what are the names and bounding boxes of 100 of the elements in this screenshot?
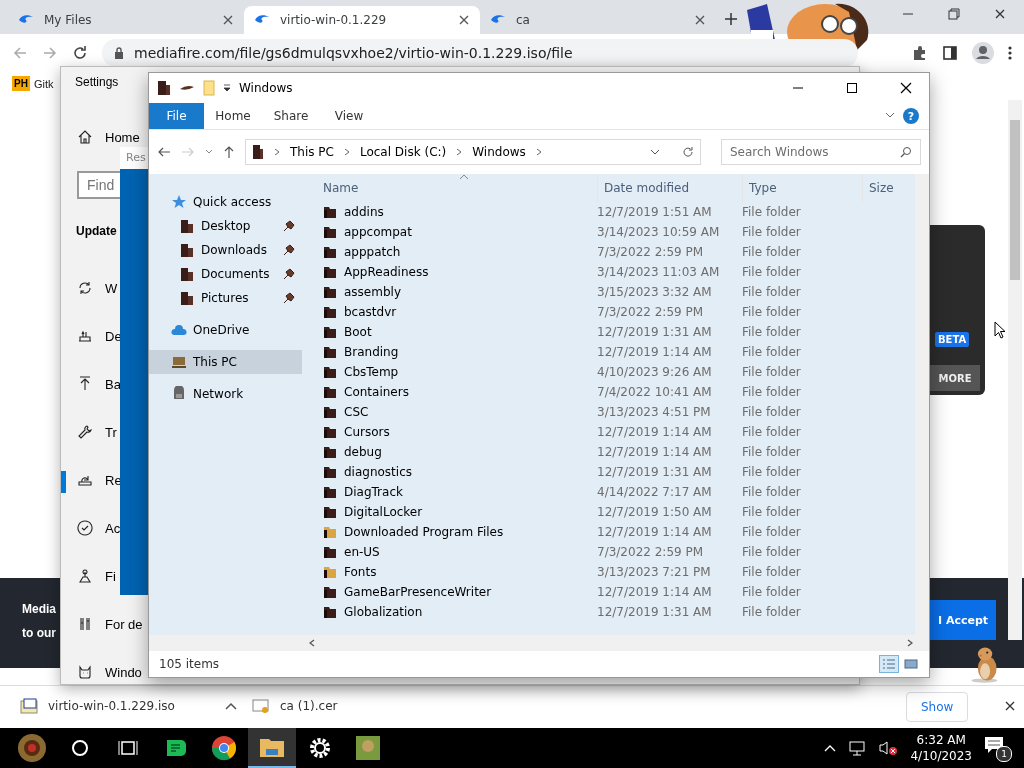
scroll-right-icon[interactable] [907,639,913,647]
download-item[interactable]: virtio-win-0.1.229.iso [48,699,175,713]
reload-icon[interactable] [72,45,88,61]
find-icon [77,568,93,584]
menu-icon[interactable] [1008,45,1012,61]
file-name[interactable]: DiagTrack [344,485,403,499]
settings-nav-item[interactable]: Windo [105,664,142,680]
search-field[interactable]: Search Windows [721,139,921,165]
bookmark-link[interactable]: Gitk [33,77,54,90]
home-link[interactable]: Home [105,129,140,145]
navigation-item[interactable]: Downloads [149,238,302,262]
file-name[interactable]: Containers [344,385,409,399]
page-scrollbar[interactable] [1008,100,1022,640]
download-item[interactable]: ca (1).cer [280,699,338,713]
dropdown-icon[interactable] [650,149,660,155]
date-modified: 12/7/2019 1:31 AM [597,465,713,479]
file-type: File folder [742,245,802,259]
settings-nav-item[interactable]: Fi [105,568,116,584]
file-name[interactable]: Downloaded Program Files [344,525,504,539]
navigation-item[interactable]: OneDrive [149,318,302,342]
file-name[interactable]: Fonts [344,565,377,579]
scroll-left-icon[interactable] [309,639,315,647]
file-name[interactable]: Globalization [344,605,423,619]
file-name[interactable]: CSC [344,405,369,419]
profile-icon[interactable] [972,42,994,64]
navigation-item[interactable]: Network [149,382,302,406]
file-name[interactable]: diagnostics [344,465,412,479]
file-name[interactable]: AppReadiness [344,265,429,279]
file-name[interactable]: Branding [344,345,399,359]
recent-locations-icon[interactable] [205,149,213,155]
accept-button[interactable]: I Accept [930,600,996,640]
address-bar[interactable]: mediafire.com/file/gs6dmulqsvxhoe2/virtio-win-0.1.229.iso/file [102,39,858,67]
breadcrumb-item[interactable]: Local Disk (C:) [359,145,447,159]
ribbon-tab[interactable]: File [149,103,204,129]
navigation-item[interactable]: Desktop [149,214,302,238]
refresh-icon[interactable] [682,146,694,158]
ribbon-tab[interactable]: Share [262,103,320,129]
plus-icon[interactable] [724,12,738,26]
close-icon[interactable] [900,82,912,94]
file-name[interactable]: appcompat [344,225,412,239]
column-header[interactable]: Type [742,174,862,202]
maximize-icon[interactable] [847,83,857,93]
file-type: File folder [742,305,802,319]
close-icon[interactable] [1004,700,1016,712]
file-name[interactable]: debug [344,445,382,459]
ribbon-tab[interactable]: View [320,103,378,129]
file-name[interactable]: addins [344,205,384,219]
browser-tab[interactable]: My Files [8,6,244,34]
help-button[interactable]: ? [903,108,919,124]
dropdown-icon[interactable] [223,84,231,92]
up-icon[interactable] [223,145,235,159]
column-header[interactable]: Date modified [597,174,742,202]
caret-icon[interactable] [224,702,237,710]
settings-nav-item[interactable]: Tr [105,424,117,440]
column-header[interactable]: Name [304,174,597,202]
address-field[interactable]: This PC Local Disk (C:) Windows [245,139,701,165]
vertical-scrollbar[interactable] [915,174,929,635]
file-name[interactable]: Cursors [344,425,390,439]
date-modified: 7/3/2022 2:59 PM [597,545,705,559]
muted-volume-icon[interactable] [878,740,899,756]
file-name[interactable]: bcastdvr [344,305,397,319]
horizontal-scrollbar[interactable] [149,635,929,651]
file-name[interactable]: assembly [344,285,401,299]
file-name[interactable]: CbsTemp [344,365,399,379]
expand-ribbon-icon[interactable] [885,112,895,118]
folder-icon [323,385,337,399]
beta-label: BETA [935,332,970,347]
extensions-icon[interactable] [912,45,928,61]
certificate-icon [252,698,270,714]
settings-nav-item[interactable]: Ba [105,376,121,392]
settings-nav-item[interactable]: W [105,280,118,296]
notifications-button[interactable]: 1 [984,736,1010,760]
file-name[interactable]: Boot [344,325,372,339]
navigation-item[interactable]: Quick access [149,190,302,214]
restore-icon[interactable] [948,8,960,20]
navigation-item[interactable]: Documents [149,262,302,286]
show-all-button[interactable]: Show [906,692,968,722]
file-name[interactable]: GameBarPresenceWriter [344,585,492,599]
file-name[interactable]: apppatch [344,245,401,259]
navigation-item[interactable]: Pictures [149,286,302,310]
close-icon[interactable] [458,14,470,26]
feather-icon[interactable] [179,84,195,92]
browser-tab[interactable]: virtio-win-0.1.229 [244,6,480,34]
breadcrumb-item[interactable]: This PC [290,145,334,159]
clock[interactable]: 6:32 AM 4/10/2023 [910,732,972,764]
back-icon[interactable] [157,145,171,159]
chevron-icon [456,148,463,156]
close-icon[interactable] [994,8,1006,20]
breadcrumb-item[interactable]: Windows [472,145,526,159]
learn-more-button[interactable]: MORE [930,365,980,391]
file-name[interactable]: DigitalLocker [344,505,423,519]
settings-nav-item[interactable]: For de [105,616,143,632]
folder-icon [323,345,337,359]
browser-tab[interactable]: ca [480,6,716,34]
side-panel-icon[interactable] [942,45,958,61]
network-icon[interactable] [848,740,867,756]
navigation-item[interactable]: This PC [149,350,302,374]
ribbon-tab[interactable]: Home [204,103,262,129]
settings-nav-item[interactable]: Ac [105,520,121,536]
file-name[interactable]: en-US [344,545,380,559]
